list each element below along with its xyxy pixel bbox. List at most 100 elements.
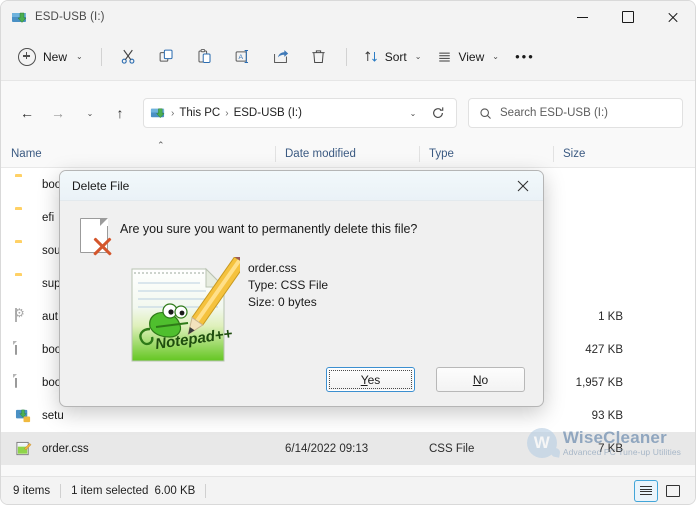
table-row[interactable]: order.css 6/14/2022 09:13 CSS File 7 KB [1, 432, 695, 465]
dialog-body: Are you sure you want to permanently del… [60, 201, 543, 406]
config-icon [15, 307, 33, 325]
breadcrumb: › This PC › ESD-USB (I:) [150, 105, 400, 121]
details-view-icon [640, 486, 652, 495]
item-count-label: 9 items [13, 484, 51, 497]
view-button[interactable]: View ⌄ [429, 41, 507, 73]
minimize-icon [577, 16, 588, 18]
chevron-down-icon-recent: ⌄ [86, 108, 94, 118]
more-options-button[interactable]: ••• [507, 41, 543, 73]
dialog-close-button[interactable] [507, 173, 539, 199]
sort-button[interactable]: Sort ⌄ [356, 41, 430, 73]
forward-arrow-icon: → [51, 105, 65, 121]
up-button[interactable]: ↑ [106, 99, 134, 127]
view-button-label: View [458, 49, 485, 64]
breadcrumb-item-esd-usb[interactable]: ESD-USB (I:) [234, 107, 302, 119]
share-button[interactable] [263, 41, 299, 73]
folder-icon [15, 177, 33, 193]
dialog-title: Delete File [72, 178, 130, 193]
selection-size-label: 6.00 KB [154, 484, 196, 497]
dialog-buttons: Yes No [326, 367, 525, 392]
file-name-label: setu [42, 409, 64, 422]
close-icon [517, 180, 529, 191]
usb-drive-icon-breadcrumb [150, 105, 166, 121]
address-dropdown-button[interactable]: ⌄ [400, 101, 424, 125]
status-divider [60, 483, 62, 498]
file-name-label: order.css [42, 442, 89, 455]
copy-button[interactable] [149, 41, 185, 73]
column-header-size[interactable]: Size [553, 141, 637, 167]
maximize-icon [621, 11, 634, 23]
cut-button[interactable] [111, 41, 147, 73]
column-header-type-label: Type [429, 148, 454, 160]
command-bar: New ⌄ A Sort ⌄ View ⌄ ••• [1, 33, 695, 81]
column-header-date-modified[interactable]: Date modified [275, 141, 419, 167]
css-file-icon [15, 441, 33, 457]
close-icon [667, 12, 678, 23]
breadcrumb-separator-1: › [171, 107, 175, 119]
new-button[interactable]: New ⌄ [11, 41, 92, 73]
refresh-button[interactable] [426, 101, 450, 125]
address-bar[interactable]: › This PC › ESD-USB (I:) ⌄ [143, 98, 457, 128]
column-header-name-label: Name [11, 148, 42, 160]
column-headers: Name ⌃ Date modified Type Size [1, 140, 695, 168]
title-bar: ESD-USB (I:) [1, 1, 695, 33]
new-button-label: New [43, 49, 68, 64]
folder-icon [15, 276, 33, 292]
dialog-question: Are you sure you want to permanently del… [120, 222, 418, 236]
delete-button[interactable] [301, 41, 337, 73]
status-divider-2 [205, 483, 207, 498]
file-size-cell: 7 KB [598, 442, 623, 455]
file-name-label: sup [42, 277, 61, 290]
chevron-down-icon: ⌄ [76, 52, 83, 61]
file-type-cell: CSS File [429, 442, 475, 455]
setup-icon [15, 408, 33, 424]
toolbar-divider [100, 47, 102, 66]
plus-icon [18, 47, 36, 66]
breadcrumb-item-this-pc[interactable]: This PC [179, 107, 220, 119]
file-date-cell: 6/14/2022 09:13 [285, 442, 369, 455]
window-controls [560, 1, 695, 33]
file-name-cell: setu [1, 408, 275, 424]
column-header-name[interactable]: Name ⌃ [1, 140, 275, 167]
column-header-type[interactable]: Type [419, 141, 553, 167]
large-icons-view-icon [666, 484, 680, 497]
dialog-file-type: Type: CSS File [248, 278, 329, 292]
close-button[interactable] [650, 1, 695, 33]
dialog-file-details: order.css Type: CSS File Size: 0 bytes [248, 261, 328, 309]
minimize-button[interactable] [560, 1, 605, 33]
rename-button[interactable]: A [225, 41, 261, 73]
sort-button-label: Sort [384, 49, 407, 64]
file-size-cell: 93 KB [591, 409, 623, 422]
search-box[interactable]: Search ESD-USB (I:) [468, 98, 683, 128]
forward-button[interactable]: → [44, 99, 72, 127]
search-icon [480, 107, 491, 119]
maximize-button[interactable] [605, 1, 650, 33]
view-toggle-group [634, 479, 685, 502]
no-button[interactable]: No [436, 367, 525, 392]
yes-button[interactable]: Yes [326, 367, 415, 392]
toolbar-divider-2 [345, 47, 347, 66]
yes-button-label: Yes [360, 372, 381, 387]
column-header-date-label: Date modified [285, 148, 356, 160]
address-row: ← → ⌄ ↑ › This PC › ESD-USB (I:) ⌄ Searc… [1, 93, 695, 133]
paste-button[interactable] [187, 41, 223, 73]
search-placeholder: Search ESD-USB (I:) [500, 107, 608, 119]
recent-locations-button[interactable]: ⌄ [75, 99, 103, 127]
window-title: ESD-USB (I:) [35, 11, 105, 23]
ellipsis-icon: ••• [515, 49, 535, 64]
details-view-button[interactable] [634, 479, 658, 502]
back-button[interactable]: ← [13, 99, 41, 127]
large-icons-view-button[interactable] [661, 480, 685, 502]
file-name-label: efi [42, 211, 55, 224]
chevron-down-icon-view: ⌄ [492, 52, 499, 61]
delete-x-icon [91, 235, 113, 257]
usb-drive-icon [11, 9, 27, 25]
selection-label: 1 item selected [71, 484, 149, 497]
title-bar-left: ESD-USB (I:) [1, 9, 105, 25]
dialog-title-bar: Delete File [60, 171, 543, 201]
file-name-cell: order.css [1, 441, 275, 457]
status-bar: 9 items 1 item selected 6.00 KB [1, 476, 695, 504]
up-arrow-icon: ↑ [116, 105, 124, 121]
file-size-cell: 1,957 KB [575, 376, 623, 389]
file-size-cell: 427 KB [585, 343, 623, 356]
